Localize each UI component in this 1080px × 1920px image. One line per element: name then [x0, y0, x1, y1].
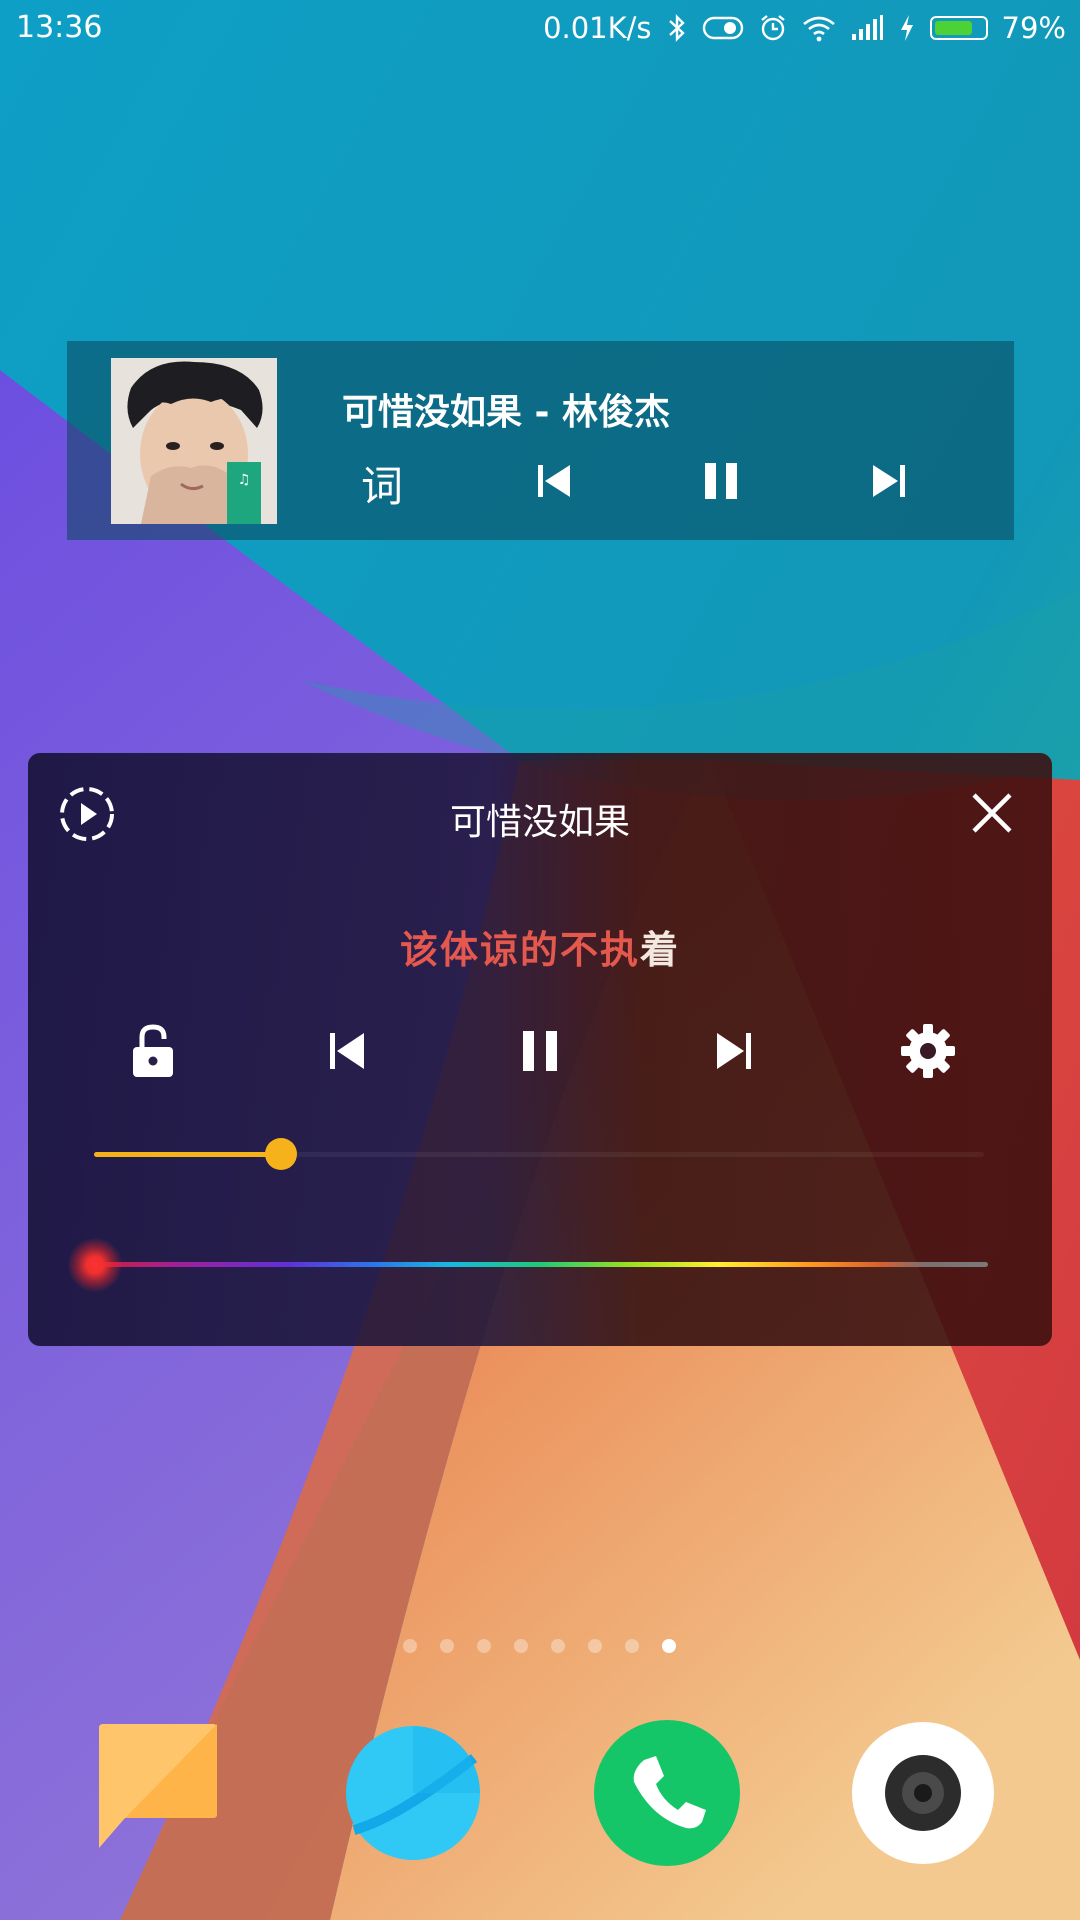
page-dot [625, 1639, 639, 1653]
close-button[interactable] [970, 791, 1014, 835]
widget-pause-button[interactable] [697, 457, 745, 505]
bluetooth-icon [666, 13, 688, 43]
network-speed: 0.01K/s [543, 11, 652, 45]
toggle-icon [702, 14, 744, 42]
lock-icon [133, 1024, 173, 1077]
messages-icon [99, 1724, 217, 1848]
battery-percent: 79% [1001, 11, 1066, 45]
song-title: 可惜没如果 - 林俊杰 [342, 392, 671, 433]
slider-fill [94, 1152, 281, 1157]
color-slider[interactable] [68, 1238, 988, 1292]
page-dot [551, 1639, 565, 1653]
browser-icon [346, 1726, 480, 1860]
widget-next-button[interactable] [865, 457, 913, 505]
page-dot [588, 1639, 602, 1653]
status-bar: 13:36 0.01K/s 79% [0, 0, 1080, 56]
previous-icon [330, 1033, 364, 1069]
color-slider-thumb[interactable] [68, 1238, 122, 1292]
lyric-unsung-part: 着 [640, 928, 681, 972]
camera-icon [852, 1722, 994, 1864]
page-dot [440, 1639, 454, 1653]
dock-phone[interactable] [592, 1718, 742, 1868]
dock-camera[interactable] [848, 1718, 998, 1868]
page-dot [477, 1639, 491, 1653]
alarm-icon [758, 13, 788, 43]
close-icon [972, 793, 1012, 833]
pause-icon [523, 1031, 557, 1071]
status-icons: 0.01K/s 79% [543, 8, 1066, 48]
panel-next-button[interactable] [703, 1021, 763, 1081]
page-dot [403, 1639, 417, 1653]
previous-icon [538, 465, 570, 497]
page-dot [514, 1639, 528, 1653]
lyrics-button[interactable]: 词 [361, 453, 403, 514]
panel-previous-button[interactable] [318, 1021, 378, 1081]
battery-icon [929, 16, 988, 40]
svg-text:♫: ♫ [238, 472, 251, 488]
next-icon [717, 1033, 751, 1069]
panel-pause-button[interactable] [510, 1021, 570, 1081]
desktop-lyric-panel[interactable]: 可惜没如果 该体谅的不执着 [28, 753, 1052, 1346]
font-size-slider[interactable] [94, 1138, 984, 1170]
gear-icon [901, 1024, 955, 1078]
widget-previous-button[interactable] [530, 457, 578, 505]
page-indicator [403, 1639, 676, 1653]
pause-icon [705, 463, 737, 499]
slider-thumb[interactable] [264, 1138, 297, 1170]
settings-button[interactable] [898, 1021, 958, 1081]
lock-button[interactable] [123, 1021, 183, 1081]
dock-messages[interactable] [93, 1718, 243, 1868]
status-time: 13:36 [16, 10, 103, 45]
lyric-sung-part: 该体谅的不执 [399, 928, 640, 972]
page-dot [662, 1639, 676, 1653]
next-icon [873, 465, 905, 497]
dock-browser[interactable] [338, 1718, 488, 1868]
album-art[interactable]: ♫ [111, 358, 277, 524]
charging-icon [898, 13, 916, 43]
music-widget[interactable]: ♫ 可惜没如果 - 林俊杰 词 [67, 341, 1014, 540]
current-lyric-line: 该体谅的不执着 [28, 919, 1052, 974]
wifi-icon [802, 14, 836, 42]
panel-title: 可惜没如果 [449, 802, 630, 843]
signal-icon [850, 14, 884, 42]
phone-icon [594, 1720, 740, 1866]
